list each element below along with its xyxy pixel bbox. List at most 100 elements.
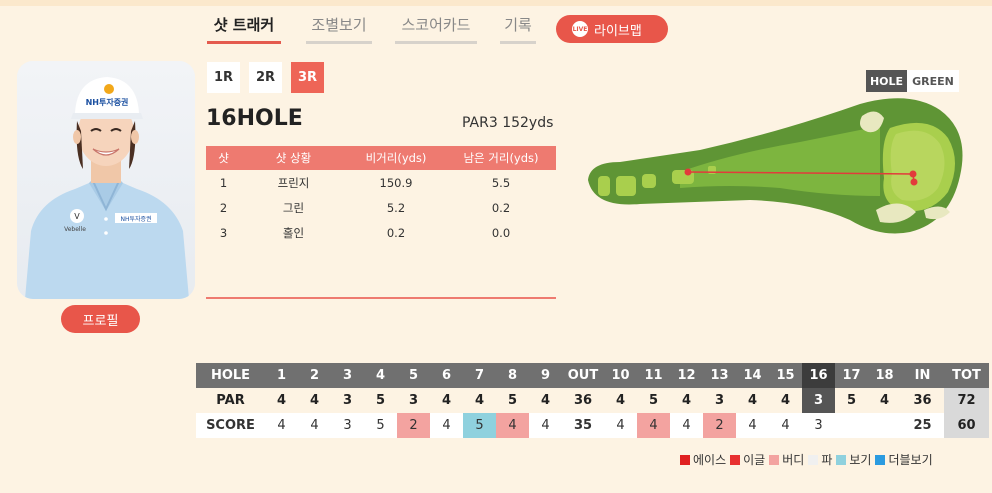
scorecard-cell: 2	[703, 413, 736, 438]
scorecard-cell: 2	[397, 413, 430, 438]
scorecard-cell: 36	[562, 388, 604, 413]
legend-swatch	[730, 454, 741, 465]
scorecard-cell: 3	[331, 413, 364, 438]
scorecard-cell: 4	[604, 388, 637, 413]
hole-view-button[interactable]: HOLE	[866, 70, 907, 92]
shot-situation: 그린	[282, 200, 305, 215]
legend-item: 더블보기	[875, 451, 933, 468]
scorecard-cell: 11	[637, 363, 670, 388]
scorecard-cell: 4	[769, 388, 802, 413]
scorecard-cell: 5	[637, 388, 670, 413]
scorecard-cell: 4	[463, 388, 496, 413]
scorecard-cell: 12	[670, 363, 703, 388]
scorecard-cell: 5	[835, 388, 868, 413]
tee-box	[642, 174, 656, 188]
scorecard-score-row: SCORE 4 4 3 5 2 4 5 4 4 35 4 4 4 2 4 4 3 25 60	[196, 413, 989, 438]
scorecard-cell: 4	[529, 388, 562, 413]
scorecard-table: HOLE 1 2 3 4 5 6 7 8 9 OUT 10 11 12 13 14 15 16 17 18 IN TOT P…	[196, 363, 989, 438]
scorecard-cell: 4	[265, 388, 298, 413]
header-shot: 샷	[206, 146, 241, 170]
pin-marker	[910, 178, 918, 186]
live-icon: LIVE	[572, 21, 588, 37]
legend-label: 버디	[782, 453, 805, 467]
scorecard-row-label: HOLE	[196, 363, 265, 388]
live-map-label: 라이브맵	[594, 23, 642, 39]
header-distance: 비거리(yds)	[346, 146, 446, 170]
scorecard-cell: 4	[298, 413, 331, 438]
scorecard-cell: 7	[463, 363, 496, 388]
scorecard-cell: 17	[835, 363, 868, 388]
round-1-button[interactable]: 1R	[207, 62, 240, 93]
tee-box	[598, 176, 610, 196]
scorecard-cell: 4	[769, 413, 802, 438]
hole-title: 16HOLE	[206, 106, 303, 131]
scorecard-cell: 4	[430, 388, 463, 413]
profile-button[interactable]: 프로필	[61, 305, 140, 333]
scorecard-cell: 3	[802, 388, 835, 413]
shot-marker	[909, 170, 917, 178]
scorecard-cell: OUT	[562, 363, 604, 388]
scorecard-cell: 5	[463, 413, 496, 438]
scorecard-cell: TOT	[944, 363, 989, 388]
tab-records[interactable]: 기록	[500, 14, 536, 44]
scorecard-cell: 25	[901, 413, 944, 438]
scorecard-cell: 5	[364, 413, 397, 438]
course-map	[588, 98, 963, 234]
shot-distance: 150.9	[379, 175, 413, 190]
scorecard-cell: 3	[703, 388, 736, 413]
shot-remaining: 0.2	[491, 200, 511, 215]
shot-distance: 5.2	[386, 200, 406, 215]
shot-number: 2	[219, 200, 228, 215]
scorecard-cell: 4	[298, 388, 331, 413]
legend-label: 보기	[849, 453, 872, 467]
round-3-button[interactable]: 3R	[291, 62, 324, 93]
scorecard-par-row: PAR 4 4 3 5 3 4 4 5 4 36 4 5 4 3 4 4 3 5 4 36 72	[196, 388, 989, 413]
table-row: 1 프린지 150.9 5.5	[206, 170, 556, 195]
round-2-button[interactable]: 2R	[249, 62, 282, 93]
scorecard-cell: 60	[944, 413, 989, 438]
scorecard-cell: 4	[430, 413, 463, 438]
scorecard-cell: 4	[736, 388, 769, 413]
scorecard-cell: 4	[265, 413, 298, 438]
scorecard-cell: 72	[944, 388, 989, 413]
table-row: 2 그린 5.2 0.2	[206, 195, 556, 220]
legend-swatch	[836, 454, 847, 465]
scorecard-cell: 4	[637, 413, 670, 438]
scorecard-cell: 4	[364, 363, 397, 388]
shot-marker	[684, 168, 692, 176]
scorecard-cell: 2	[298, 363, 331, 388]
live-map-button[interactable]: LIVE 라이브맵	[556, 15, 668, 43]
shot-situation: 홀인	[282, 225, 305, 240]
tab-scorecard[interactable]: 스코어카드	[395, 14, 477, 44]
header-situation: 샷 상황	[241, 146, 346, 170]
shot-situation: 프린지	[277, 175, 310, 190]
scorecard-cell: 14	[736, 363, 769, 388]
scorecard-row-label: PAR	[196, 388, 265, 413]
top-strip	[0, 0, 992, 6]
shot-number: 1	[219, 175, 228, 190]
scorecard-cell: 3	[331, 388, 364, 413]
shot-table-header: 샷 샷 상황 비거리(yds) 남은 거리(yds)	[206, 146, 556, 170]
shot-table-divider	[206, 297, 556, 299]
cap-sponsor-logo: NH투자증권	[86, 97, 129, 107]
shot-remaining: 0.0	[491, 225, 511, 240]
scorecard-cell	[835, 413, 868, 438]
scorecard-cell: 13	[703, 363, 736, 388]
legend-label: 에이스	[693, 453, 727, 467]
scorecard-cell: 15	[769, 363, 802, 388]
shirt-sponsor-logo: NH투자증권	[120, 215, 151, 223]
svg-text:Vebelle: Vebelle	[64, 226, 86, 233]
tab-group-view[interactable]: 조별보기	[306, 14, 372, 44]
legend-label: 파	[821, 453, 833, 467]
scorecard-cell: 35	[562, 413, 604, 438]
legend-item: 보기	[836, 451, 871, 468]
par-info: PAR3 152yds	[462, 115, 554, 131]
legend-label: 더블보기	[888, 453, 933, 467]
map-view-toggle: HOLE GREEN	[866, 70, 959, 92]
scorecard-cell	[868, 413, 901, 438]
tab-shot-tracker[interactable]: 샷 트래커	[207, 14, 281, 44]
green-view-button[interactable]: GREEN	[907, 70, 959, 92]
scorecard-row-label: SCORE	[196, 413, 265, 438]
header-remaining: 남은 거리(yds)	[446, 146, 556, 170]
tee-box	[616, 176, 636, 196]
